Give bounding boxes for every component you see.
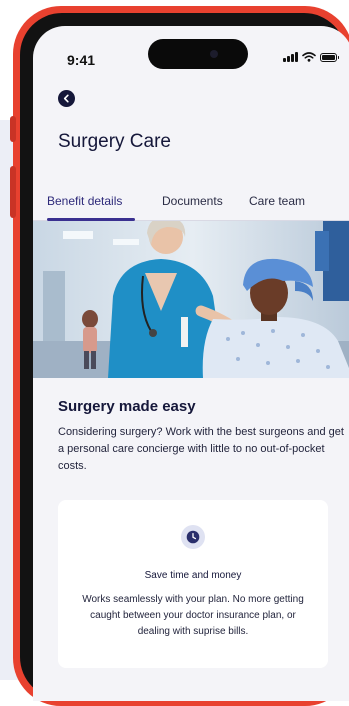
tab-bar: Benefit details Documents Care team xyxy=(33,179,349,221)
section-heading: Surgery made easy xyxy=(58,398,196,415)
tab-benefit-details[interactable]: Benefit details xyxy=(47,194,122,208)
camera-lens xyxy=(210,50,218,58)
doctor-patient-illustration xyxy=(33,221,349,378)
back-button[interactable] xyxy=(58,90,75,107)
feature-body: Works seamlessly with your plan. No more… xyxy=(82,594,304,637)
phone-side-button xyxy=(10,116,16,142)
battery-icon xyxy=(320,52,339,62)
dynamic-island xyxy=(148,39,248,69)
clock-icon-badge xyxy=(181,525,205,549)
hero-image xyxy=(33,221,349,378)
section-description: Considering surgery? Work with the best … xyxy=(58,426,344,472)
phone-side-button xyxy=(10,166,16,218)
wifi-icon xyxy=(302,52,316,62)
tab-care-team[interactable]: Care team xyxy=(249,194,305,208)
feature-card: Save time and money Works seamlessly wit… xyxy=(58,500,328,668)
page-title: Surgery Care xyxy=(58,131,171,152)
content-section: Surgery made easy Considering surgery? W… xyxy=(33,378,349,701)
phone-frame: 9:41 Surgery Care Benefit details Docume… xyxy=(10,6,349,706)
status-icons xyxy=(283,52,339,62)
chevron-left-icon xyxy=(63,94,69,103)
phone-screen: 9:41 Surgery Care Benefit details Docume… xyxy=(33,26,349,701)
status-time: 9:41 xyxy=(67,52,96,68)
feature-title: Save time and money xyxy=(144,570,242,581)
tab-documents[interactable]: Documents xyxy=(162,194,223,208)
clock-icon xyxy=(186,530,200,544)
signal-icon xyxy=(283,52,298,62)
